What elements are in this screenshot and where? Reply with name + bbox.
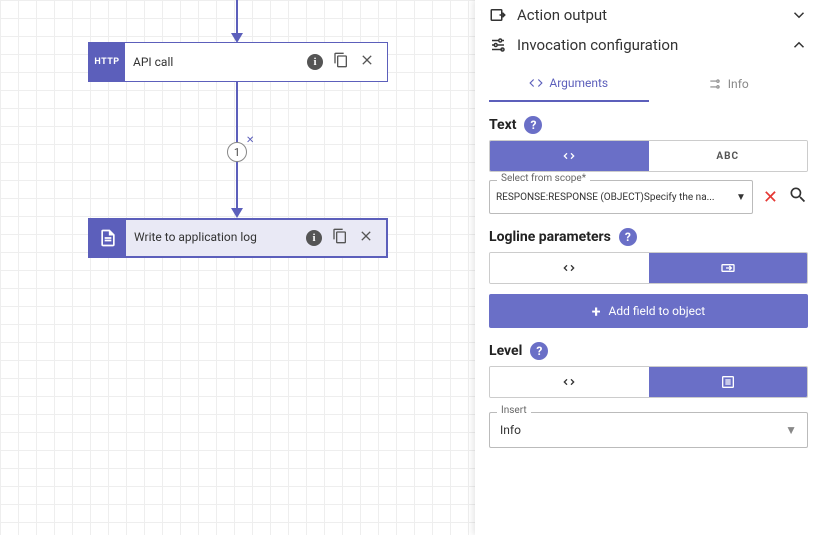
close-icon[interactable] bbox=[359, 52, 375, 72]
field-label-logline: Logline parameters bbox=[489, 229, 611, 245]
code-icon bbox=[529, 76, 543, 90]
plus-icon: + bbox=[592, 302, 601, 321]
section-title: Action output bbox=[517, 6, 607, 24]
input-icon bbox=[720, 260, 736, 276]
close-icon[interactable] bbox=[358, 228, 374, 248]
edge-delete-icon[interactable]: ✕ bbox=[246, 135, 254, 146]
logline-mode-toggle bbox=[489, 252, 808, 284]
text-mode-code[interactable] bbox=[490, 141, 649, 171]
copy-icon[interactable] bbox=[332, 228, 348, 248]
field-label-text: Text bbox=[489, 117, 516, 133]
info-icon[interactable]: i bbox=[307, 54, 323, 70]
field-label-level: Level bbox=[489, 343, 522, 359]
section-invocation-config[interactable]: Invocation configuration bbox=[489, 30, 808, 60]
text-mode-abc[interactable]: ABC bbox=[649, 141, 808, 171]
tab-label: Arguments bbox=[549, 76, 608, 90]
config-panel: Action output Invocation configuration A… bbox=[475, 0, 822, 535]
document-icon bbox=[90, 220, 126, 256]
sliders-icon bbox=[489, 36, 507, 54]
copy-icon[interactable] bbox=[333, 52, 349, 72]
chevron-up-icon bbox=[790, 36, 808, 54]
node-write-log[interactable]: Write to application log i bbox=[88, 218, 388, 258]
add-field-button[interactable]: + Add field to object bbox=[489, 294, 808, 328]
chevron-down-icon bbox=[790, 6, 808, 24]
level-mode-code[interactable] bbox=[490, 367, 649, 397]
text-mode-toggle: ABC bbox=[489, 140, 808, 172]
node-label: Write to application log bbox=[126, 220, 306, 256]
search-icon[interactable] bbox=[788, 185, 808, 209]
level-mode-toggle bbox=[489, 366, 808, 398]
section-action-output[interactable]: Action output bbox=[489, 0, 808, 30]
edge-count-badge[interactable]: 1 bbox=[227, 142, 247, 162]
help-icon[interactable]: ? bbox=[619, 228, 637, 246]
level-value: Info bbox=[500, 423, 521, 437]
code-icon bbox=[561, 374, 577, 390]
tab-arguments[interactable]: Arguments bbox=[489, 66, 649, 102]
scope-select[interactable]: Select from scope* RESPONSE:RESPONSE (OB… bbox=[489, 180, 753, 214]
insert-floating-label: Insert bbox=[497, 405, 531, 416]
list-icon bbox=[720, 374, 736, 390]
logline-mode-code[interactable] bbox=[490, 253, 649, 283]
output-icon bbox=[489, 6, 507, 24]
logline-mode-input[interactable] bbox=[649, 253, 808, 283]
code-icon bbox=[561, 260, 577, 276]
scope-floating-label: Select from scope* bbox=[497, 173, 590, 184]
dropdown-icon: ▼ bbox=[785, 423, 797, 437]
section-title: Invocation configuration bbox=[517, 36, 678, 54]
dropdown-icon: ▼ bbox=[736, 192, 746, 203]
http-badge: HTTP bbox=[89, 43, 125, 81]
level-select[interactable]: Insert Info ▼ bbox=[489, 412, 808, 448]
info-icon[interactable]: i bbox=[306, 230, 322, 246]
level-mode-list[interactable] bbox=[649, 367, 808, 397]
node-label: API call bbox=[125, 43, 307, 81]
add-field-label: Add field to object bbox=[609, 304, 706, 318]
sliders-icon bbox=[708, 77, 722, 91]
node-api-call[interactable]: HTTP API call i bbox=[88, 42, 388, 82]
tab-info[interactable]: Info bbox=[649, 66, 809, 102]
clear-icon[interactable]: ✕ bbox=[763, 187, 778, 208]
code-icon bbox=[561, 148, 577, 164]
edge-line bbox=[236, 0, 238, 36]
scope-value: RESPONSE:RESPONSE (OBJECT)Specify the na… bbox=[496, 192, 715, 203]
help-icon[interactable]: ? bbox=[524, 116, 542, 134]
arrow-down-icon bbox=[231, 208, 243, 218]
flow-canvas[interactable]: HTTP API call i 1 ✕ Write to application… bbox=[0, 0, 475, 535]
config-tabs: Arguments Info bbox=[489, 66, 808, 102]
tab-label: Info bbox=[728, 77, 749, 91]
help-icon[interactable]: ? bbox=[530, 342, 548, 360]
